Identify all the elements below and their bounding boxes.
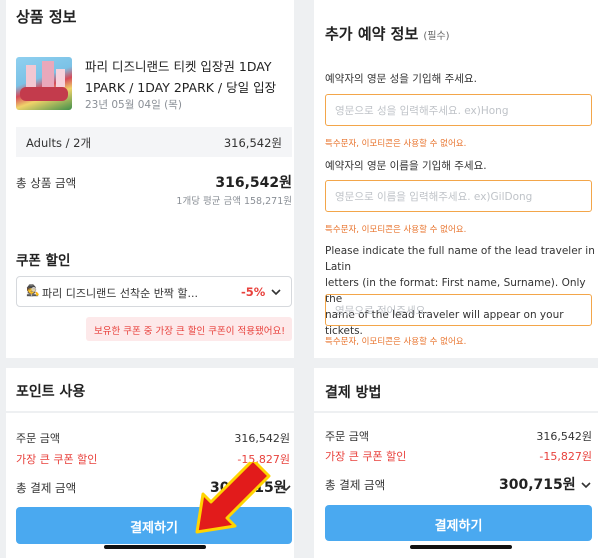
product-title-line2: 1PARK / 1DAY 2PARK / 당일 입장 bbox=[85, 80, 277, 95]
home-indicator bbox=[104, 545, 206, 549]
coupon-discount-value: -15,827원 bbox=[539, 450, 592, 463]
pay-button-label: 결제하기 bbox=[130, 521, 178, 536]
order-amount-value: 316,542원 bbox=[234, 432, 290, 445]
first-name-input[interactable]: 영문으로 이름을 입력해주세요. ex)GilDong bbox=[325, 180, 592, 212]
chevron-down-icon bbox=[270, 283, 282, 302]
pay-button-label: 결제하기 bbox=[434, 519, 483, 534]
coupon-notice-text: 보유한 쿠폰 중 가장 큰 할인 쿠폰이 적용됐어요! bbox=[94, 326, 286, 337]
last-name-input[interactable]: 영문으로 성을 입력해주세요. ex)Hong bbox=[325, 94, 592, 126]
coupon-name: 파리 디즈니랜드 선착순 반짝 할... bbox=[42, 287, 199, 300]
coupon-title: 쿠폰 할인 bbox=[16, 253, 71, 269]
coupon-discount-label: 가장 큰 쿠폰 할인 bbox=[16, 453, 98, 466]
chevron-down-icon[interactable] bbox=[280, 479, 292, 498]
points-divider bbox=[6, 411, 294, 413]
order-amount-label: 주문 금액 bbox=[16, 432, 60, 445]
product-title[interactable]: 파리 디즈니랜드 티켓 입장권 1DAY 1PARK / 1DAY 2PARK … bbox=[85, 56, 276, 98]
chevron-down-icon[interactable] bbox=[580, 476, 592, 495]
coupon-discount-label: 가장 큰 쿠폰 할인 bbox=[325, 450, 407, 463]
option-label: Adults / 2개 bbox=[26, 136, 92, 150]
full-name-placeholder: 영문으로 적어주세요. bbox=[335, 305, 429, 317]
points-title: 포인트 사용 bbox=[16, 384, 86, 400]
pay-button[interactable]: 결제하기 bbox=[325, 505, 592, 541]
coupon-select[interactable]: 🕵 파리 디즈니랜드 선착순 반짝 할... -5% bbox=[16, 276, 292, 307]
payment-title: 결제 방법 bbox=[325, 385, 382, 401]
product-date: 23년 05월 04일 (목) bbox=[85, 99, 182, 111]
order-amount-label: 주문 금액 bbox=[325, 430, 369, 443]
section-divider bbox=[314, 358, 598, 368]
product-title-line1: 파리 디즈니랜드 티켓 입장권 1DAY bbox=[85, 59, 272, 74]
first-name-placeholder: 영문으로 이름을 입력해주세요. ex)GilDong bbox=[335, 191, 533, 203]
pay-total-label: 총 결제 금액 bbox=[16, 481, 77, 495]
extra-info-title: 추가 예약 정보 (필수) bbox=[325, 23, 450, 44]
avg-price: 1개당 평균 금액 158,271원 bbox=[176, 196, 292, 207]
order-amount-value: 316,542원 bbox=[536, 430, 592, 443]
coupon-notice: 보유한 쿠폰 중 가장 큰 할인 쿠폰이 적용됐어요! bbox=[86, 317, 292, 341]
q2-hint: 특수문자, 이모티콘은 사용할 수 없어요. bbox=[325, 225, 467, 235]
extra-info-title-text: 추가 예약 정보 bbox=[325, 25, 419, 43]
total-value: 316,542원 bbox=[215, 175, 292, 191]
q2-label: 예약자의 영문 이름을 기입해 주세요. bbox=[325, 160, 487, 172]
product-thumbnail[interactable] bbox=[16, 57, 72, 110]
q1-label: 예약자의 영문 성을 기입해 주세요. bbox=[325, 73, 477, 85]
option-row: Adults / 2개 316,542원 bbox=[16, 127, 292, 157]
spy-icon: 🕵 bbox=[26, 284, 40, 297]
total-label: 총 상품 금액 bbox=[16, 176, 77, 190]
home-indicator bbox=[410, 545, 512, 549]
payment-divider bbox=[314, 411, 598, 413]
q1-hint: 특수문자, 이모티콘은 사용할 수 없어요. bbox=[325, 139, 467, 149]
coupon-discount: -5% bbox=[241, 285, 266, 299]
pay-total-label: 총 결제 금액 bbox=[325, 478, 386, 492]
annotation-arrow-icon bbox=[195, 462, 271, 534]
q3-label-line1: Please indicate the full name of the lea… bbox=[325, 245, 595, 273]
q3-hint: 특수문자, 이모티콘은 사용할 수 없어요. bbox=[325, 337, 467, 347]
required-badge: (필수) bbox=[423, 31, 450, 42]
pay-total-value: 300,715원 bbox=[499, 477, 576, 493]
section-divider bbox=[6, 358, 294, 368]
product-section-title: 상품 정보 bbox=[16, 8, 77, 26]
full-name-input[interactable]: 영문으로 적어주세요. bbox=[325, 294, 592, 326]
option-price: 316,542원 bbox=[223, 136, 282, 150]
last-name-placeholder: 영문으로 성을 입력해주세요. ex)Hong bbox=[335, 105, 509, 117]
